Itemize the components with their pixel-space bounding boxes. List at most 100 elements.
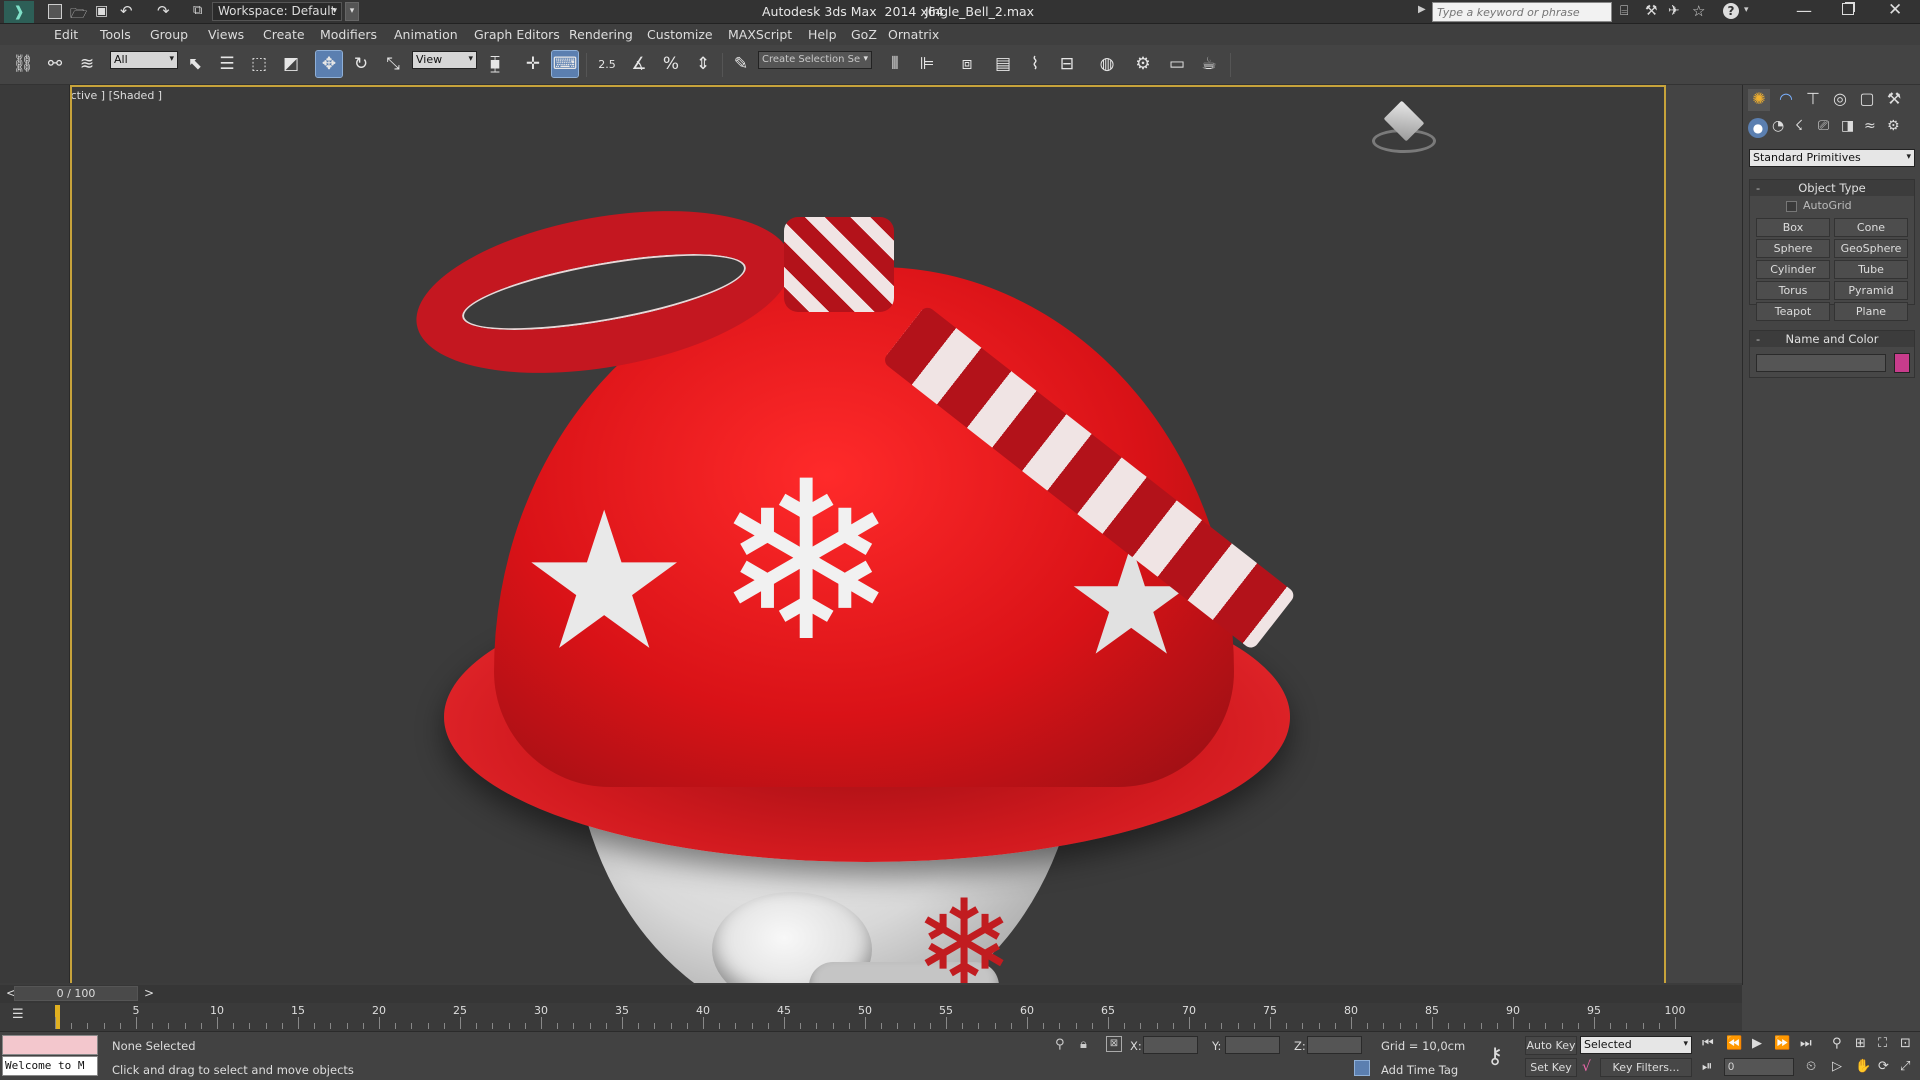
communication-center-icon[interactable]: ✈ bbox=[1668, 3, 1680, 19]
layer-manager-icon[interactable]: ⧈ bbox=[954, 51, 980, 77]
viewport-label[interactable]: [+] [Perspective ] [Shaded ] bbox=[72, 89, 162, 102]
cameras-icon[interactable]: ⎚ bbox=[1818, 118, 1829, 134]
select-and-rotate-icon[interactable]: ↻ bbox=[348, 51, 374, 77]
menu-ornatrix[interactable]: Ornatrix bbox=[888, 27, 939, 42]
unlink-icon[interactable]: ⚯ bbox=[42, 51, 68, 77]
menu-group[interactable]: Group bbox=[150, 27, 188, 42]
project-folder-icon[interactable]: ⧉ bbox=[193, 3, 202, 18]
box-button[interactable]: Box bbox=[1756, 218, 1830, 237]
pan-icon[interactable]: ✋ bbox=[1855, 1059, 1871, 1074]
time-slider-next-button[interactable]: > bbox=[144, 986, 154, 1000]
search-input[interactable] bbox=[1432, 2, 1612, 22]
maxscript-listener-pink[interactable] bbox=[2, 1035, 98, 1055]
plane-button[interactable]: Plane bbox=[1834, 302, 1908, 321]
select-and-move-icon[interactable]: ✥ bbox=[315, 50, 343, 78]
helpers-icon[interactable]: ◨ bbox=[1841, 118, 1854, 134]
named-selection-set-dropdown[interactable]: Create Selection Se ▾ bbox=[758, 51, 872, 69]
maxscript-listener-field[interactable]: Welcome to M bbox=[2, 1056, 98, 1076]
timeline-ruler[interactable]: ☰ 5 10 15 20 25 30 35 40 45 50 55 60 65 70 75 80 85 90 95 1… bbox=[0, 1003, 1742, 1031]
play-icon[interactable]: ▶ bbox=[1752, 1036, 1762, 1051]
utilities-tab-icon[interactable]: ⚒ bbox=[1883, 89, 1905, 111]
binoculars-icon[interactable]: ⌸ bbox=[1620, 3, 1628, 19]
go-to-end-icon[interactable]: ⏭ bbox=[1800, 1036, 1812, 1051]
jingle-bell-model[interactable]: ❄ ❄ ★ ★ bbox=[403, 177, 1364, 983]
lights-icon[interactable]: ☇ bbox=[1795, 118, 1803, 134]
select-manipulate-icon[interactable]: ✛ bbox=[520, 51, 546, 77]
object-category-dropdown[interactable]: Standard Primitives ▾ bbox=[1749, 149, 1915, 167]
menu-modifiers[interactable]: Modifiers bbox=[320, 27, 377, 42]
schematic-view-icon[interactable]: ⊟ bbox=[1054, 51, 1080, 77]
keyboard-shortcut-override-icon[interactable]: ⌨ bbox=[551, 50, 579, 78]
menu-views[interactable]: Views bbox=[208, 27, 244, 42]
key-filters-button[interactable]: Key Filters... bbox=[1600, 1058, 1692, 1077]
menu-rendering[interactable]: Rendering bbox=[569, 27, 633, 42]
cylinder-button[interactable]: Cylinder bbox=[1756, 260, 1830, 279]
geometry-icon[interactable]: ● bbox=[1748, 118, 1768, 138]
autogrid-checkbox[interactable] bbox=[1786, 201, 1797, 212]
percent-snap-icon[interactable]: % bbox=[658, 51, 684, 77]
time-tag-icon[interactable] bbox=[1354, 1060, 1370, 1076]
menu-edit[interactable]: Edit bbox=[54, 27, 78, 42]
key-curve-icon[interactable]: √ bbox=[1582, 1059, 1591, 1075]
edit-named-selection-icon[interactable]: ✎ bbox=[728, 51, 754, 77]
tube-button[interactable]: Tube bbox=[1834, 260, 1908, 279]
cone-button[interactable]: Cone bbox=[1834, 218, 1908, 237]
set-key-mode-icon[interactable]: ⚷ bbox=[1487, 1044, 1503, 1069]
menu-tools[interactable]: Tools bbox=[100, 27, 131, 42]
teapot-button[interactable]: Teapot bbox=[1756, 302, 1830, 321]
object-color-swatch[interactable] bbox=[1894, 353, 1910, 373]
select-and-scale-icon[interactable]: ⤡ bbox=[380, 51, 406, 77]
help-dropdown-icon[interactable]: ▾ bbox=[1744, 5, 1749, 15]
isolate-selection-icon[interactable]: ⚲ bbox=[1055, 1037, 1065, 1052]
zoom-extents-all-icon[interactable]: ⊡ bbox=[1900, 1036, 1911, 1051]
set-key-button[interactable]: Set Key bbox=[1525, 1058, 1577, 1077]
rectangular-selection-icon[interactable]: ⬚ bbox=[246, 51, 272, 77]
field-of-view-icon[interactable]: ▷ bbox=[1832, 1059, 1842, 1074]
restore-icon[interactable] bbox=[1842, 3, 1854, 15]
display-tab-icon[interactable]: ▢ bbox=[1856, 89, 1878, 111]
time-slider[interactable]: < 0 / 100 > bbox=[0, 985, 1742, 1003]
time-configuration-icon[interactable]: ⏲ bbox=[1806, 1059, 1816, 1074]
rendered-frame-window-icon[interactable]: ▭ bbox=[1164, 51, 1190, 77]
geosphere-button[interactable]: GeoSphere bbox=[1834, 239, 1908, 258]
subscription-icon[interactable]: ⚒ bbox=[1645, 3, 1658, 19]
pivot-center-icon[interactable]: ⧯ bbox=[482, 51, 508, 77]
help-icon[interactable]: ? bbox=[1723, 3, 1739, 19]
z-coordinate-field[interactable] bbox=[1307, 1036, 1362, 1054]
auto-key-button[interactable]: Auto Key bbox=[1525, 1036, 1577, 1055]
quick-access-menu-icon[interactable]: ▾ bbox=[345, 2, 359, 21]
go-to-start-icon[interactable]: ⏮ bbox=[1702, 1036, 1714, 1051]
menu-help[interactable]: Help bbox=[808, 27, 837, 42]
systems-icon[interactable]: ⚙ bbox=[1887, 118, 1900, 134]
save-file-icon[interactable]: ▣ bbox=[95, 3, 108, 19]
render-production-icon[interactable]: ☕ bbox=[1196, 51, 1222, 77]
space-warps-icon[interactable]: ≈ bbox=[1864, 118, 1876, 134]
shapes-icon[interactable]: ◔ bbox=[1772, 118, 1784, 134]
favorites-star-icon[interactable]: ☆ bbox=[1692, 2, 1705, 20]
motion-tab-icon[interactable]: ◎ bbox=[1829, 89, 1851, 111]
window-crossing-icon[interactable]: ◩ bbox=[278, 51, 304, 77]
menu-create[interactable]: Create bbox=[263, 27, 305, 42]
select-object-icon[interactable]: ⬉ bbox=[182, 51, 208, 77]
orbit-icon[interactable]: ⟳ bbox=[1878, 1059, 1889, 1074]
absolute-mode-icon[interactable]: ⊠ bbox=[1106, 1036, 1122, 1052]
selection-lock-icon[interactable]: 🔒︎ bbox=[1080, 1037, 1087, 1052]
minimize-icon[interactable]: — bbox=[1796, 1, 1812, 20]
name-and-color-header[interactable]: - Name and Color bbox=[1750, 331, 1914, 347]
pyramid-button[interactable]: Pyramid bbox=[1834, 281, 1908, 300]
menu-graph-editors[interactable]: Graph Editors bbox=[474, 27, 560, 42]
zoom-icon[interactable]: ⚲ bbox=[1832, 1036, 1842, 1051]
render-setup-icon[interactable]: ⚙ bbox=[1130, 51, 1156, 77]
add-time-tag[interactable]: Add Time Tag bbox=[1381, 1063, 1458, 1077]
sphere-button[interactable]: Sphere bbox=[1756, 239, 1830, 258]
zoom-extents-icon[interactable]: ⛶ bbox=[1878, 1036, 1887, 1051]
app-logo-icon[interactable]: ❱ bbox=[4, 1, 34, 23]
menu-customize[interactable]: Customize bbox=[647, 27, 713, 42]
snaps-toggle-icon[interactable]: 2.5 bbox=[594, 51, 620, 77]
zoom-all-icon[interactable]: ⊞ bbox=[1855, 1036, 1866, 1051]
menu-goz[interactable]: GoZ bbox=[851, 27, 877, 42]
torus-button[interactable]: Torus bbox=[1756, 281, 1830, 300]
mirror-icon[interactable]: ⫴ bbox=[882, 51, 908, 77]
previous-frame-icon[interactable]: ⏪ bbox=[1726, 1036, 1742, 1051]
modify-tab-icon[interactable]: ◠ bbox=[1775, 89, 1797, 111]
